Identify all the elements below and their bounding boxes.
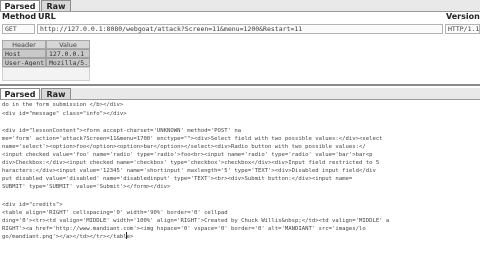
body-line: put disabled value='disabled' name='disa…: [2, 176, 353, 182]
version-field[interactable]: HTTP/1.1: [445, 24, 480, 34]
url-field[interactable]: http://127.0.0.1:8080/webgoat/attack?Scr…: [37, 24, 443, 34]
body-line: do in the form submission </b></div>: [2, 102, 124, 108]
tab-parsed[interactable]: Parsed: [0, 88, 40, 99]
url-value: http://127.0.0.1:8080/webgoat/attack?Scr…: [40, 25, 303, 33]
body-line: SUBMIT' type='SUBMIT' value='Submit'></f…: [2, 184, 171, 190]
body-line: haracters:</div><input value='12345' nam…: [2, 168, 376, 174]
tab-parsed[interactable]: Parsed: [0, 0, 40, 11]
body-line: <div id="credits">: [2, 202, 63, 208]
text-cursor-icon: I: [125, 231, 128, 242]
pane-divider[interactable]: [0, 84, 480, 86]
body-line: <input checked value='foo' name='radio' …: [2, 152, 373, 158]
method-field[interactable]: GET: [2, 24, 35, 34]
body-line: RIGHT'><a href='http://www.mandiant.com'…: [2, 226, 366, 232]
url-label: URL: [38, 12, 56, 21]
body-line: ding='0'><tr><td valign='MIDDLE' width='…: [2, 218, 390, 224]
body-line: <div id="message" class="info"></div>: [2, 111, 127, 117]
bottom-tab-bar: Parsed Raw: [0, 88, 480, 100]
header-row-name[interactable]: Host: [2, 49, 46, 58]
body-line: <div id="lessonContent"><form accept-cha…: [2, 128, 242, 134]
method-value: GET: [5, 25, 17, 33]
header-column-value[interactable]: Value: [46, 40, 90, 49]
tab-raw[interactable]: Raw: [41, 0, 71, 11]
body-line: me='form' action='attack?Screen=11&menu=…: [2, 136, 383, 142]
top-tab-bar: Parsed Raw: [0, 0, 480, 12]
header-column-name[interactable]: Header: [2, 40, 46, 49]
version-label: Version: [446, 12, 480, 21]
body-line: go/mandiant.png'></a></td></tr></table>: [2, 234, 134, 240]
body-line: name='select'><option>foo</option><optio…: [2, 144, 366, 150]
tab-raw[interactable]: Raw: [41, 88, 71, 99]
body-line: <table align='RIGHT' cellspacing='0' wid…: [2, 210, 228, 216]
header-row-name[interactable]: User-Agent: [2, 58, 46, 67]
body-line: div>Checkbox:</div><input checked name='…: [2, 160, 380, 166]
headers-table-empty-area: [2, 67, 90, 81]
header-row-value[interactable]: 127.0.0.1: [46, 49, 90, 58]
header-row-value[interactable]: Mozilla/5...: [46, 58, 90, 67]
version-value: HTTP/1.1: [448, 25, 479, 33]
method-label: Method: [2, 12, 37, 21]
